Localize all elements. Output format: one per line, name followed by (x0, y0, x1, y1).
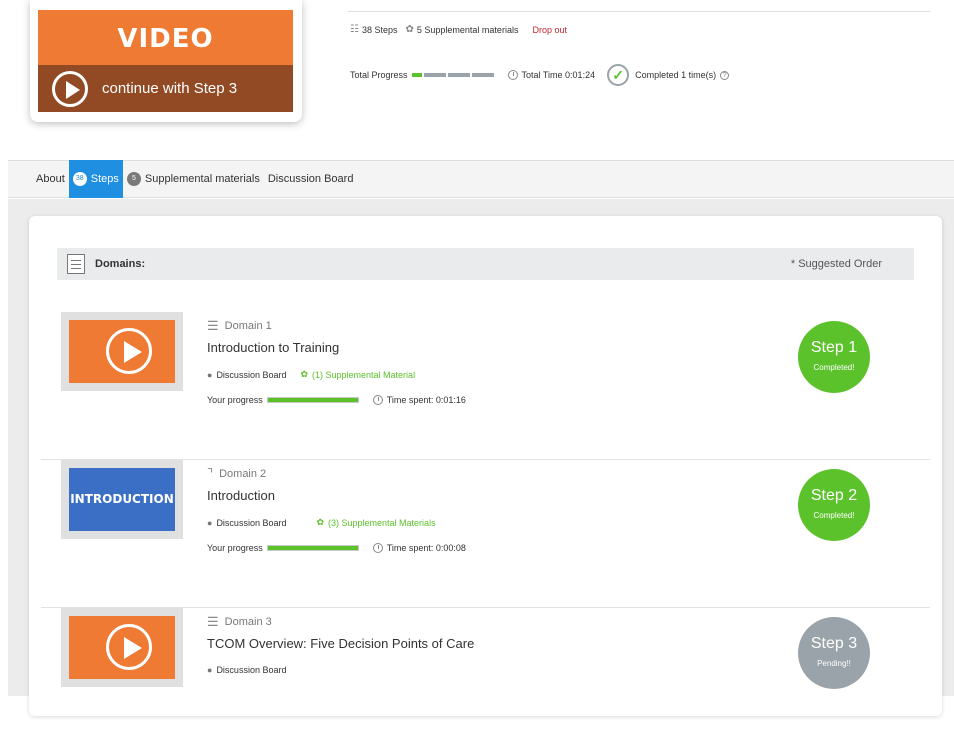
badge-step: Step 2 (810, 487, 858, 504)
step-title[interactable]: Introduction to Training (207, 340, 339, 355)
total-progress-label: Total Progress (350, 70, 408, 80)
suggested-order-note: * Suggested Order (790, 258, 882, 270)
step-status-badge[interactable]: Step 2 Completed! (798, 469, 870, 541)
supplemental-text: (3) Supplemental Materials (328, 517, 436, 528)
total-progress-bar (411, 73, 496, 77)
step-meta: ● Discussion Board ✿ (1) Supplemental Ma… (207, 369, 415, 380)
tab-about-label: About (36, 173, 65, 185)
steps-icon: ☷ (350, 24, 359, 35)
progress-label: Your progress (207, 395, 263, 405)
continue-label: continue with Step 3 (102, 80, 238, 97)
video-domain-icon: ☰ (207, 614, 219, 629)
steps-panel: Domains: * Suggested Order ☰ Domain 1 In… (29, 216, 942, 716)
leaf-icon: ✿ (316, 517, 325, 527)
step-row: INTRODUCTION ⌝ Domain 2 Introduction ● D… (41, 460, 930, 608)
tab-discussion[interactable]: Discussion Board (264, 160, 358, 198)
step-meta: ● Discussion Board (207, 665, 286, 675)
drop-out-link[interactable]: Drop out (532, 25, 567, 35)
play-icon (106, 328, 152, 374)
step-row: ☰ Domain 3 TCOM Overview: Five Decision … (41, 608, 930, 756)
domain-label: ☰ Domain 1 (207, 318, 272, 334)
supplemental-link[interactable]: ✿ (3) Supplemental Materials (316, 517, 435, 528)
step-progress: Your progress Time spent: 0:01:16 (207, 395, 466, 405)
step-meta: ● Discussion Board ✿ (3) Supplemental Ma… (207, 517, 436, 528)
course-tabs: About 38 Steps 5 Supplemental materials … (8, 160, 954, 198)
leaf-icon: ✿ (405, 24, 414, 35)
course-hero-card: VIDEO continue with Step 3 (30, 0, 302, 122)
course-meta: ☷ 38 Steps ✿ 5 Supplemental materials Dr… (350, 24, 567, 35)
document-icon (67, 254, 85, 274)
step-thumbnail[interactable]: INTRODUCTION (61, 460, 183, 539)
leaf-icon: ✿ (300, 369, 309, 379)
domains-title: Domains: (95, 258, 146, 270)
total-time-text: Total Time 0:01:24 (521, 70, 596, 80)
step-thumbnail[interactable] (61, 312, 183, 391)
pdf-domain-icon: ⌝ (207, 466, 214, 481)
badge-step: Step 3 (810, 635, 858, 652)
progress-bar (266, 545, 359, 551)
discussion-icon: ● (207, 665, 213, 675)
hero-video-label: VIDEO (38, 10, 293, 65)
supplemental-link[interactable]: ✿ (1) Supplemental Material (300, 369, 415, 380)
step-status-badge[interactable]: Step 3 Pending!! (798, 617, 870, 689)
course-progress: Total Progress Total Time 0:01:24 ✓ Comp… (350, 64, 730, 86)
domain-label: ⌝ Domain 2 (207, 466, 266, 482)
badge-status: Completed! (813, 363, 855, 372)
tab-steps[interactable]: 38 Steps (68, 160, 123, 198)
step-title[interactable]: TCOM Overview: Five Decision Points of C… (207, 636, 474, 651)
clock-icon (372, 395, 383, 405)
progress-label: Your progress (207, 543, 263, 553)
badge-status: Pending!! (817, 659, 851, 668)
domain-name: Domain 2 (219, 468, 267, 480)
supplemental-count-text: 5 Supplemental materials (416, 24, 519, 35)
continue-step-button[interactable]: continue with Step 3 (38, 65, 293, 112)
domain-label: ☰ Domain 3 (207, 614, 272, 630)
step-progress: Your progress Time spent: 0:00:08 (207, 543, 466, 553)
progress-bar (266, 397, 359, 403)
discussion-icon: ● (207, 517, 213, 528)
tab-about[interactable]: About (32, 160, 69, 198)
tab-discussion-label: Discussion Board (267, 173, 354, 185)
step-thumbnail[interactable] (61, 608, 183, 687)
domains-header: Domains: * Suggested Order (57, 248, 914, 280)
supplemental-text: (1) Supplemental Material (312, 369, 416, 380)
discussion-link[interactable]: Discussion Board (216, 665, 286, 675)
tab-supplemental-label: Supplemental materials (144, 173, 260, 185)
completed-check-icon: ✓ (607, 64, 630, 86)
domain-name: Domain 1 (224, 320, 272, 332)
step-row: ☰ Domain 1 Introduction to Training ● Di… (41, 312, 930, 460)
video-domain-icon: ☰ (207, 318, 219, 333)
badge-step: Step 1 (810, 339, 858, 356)
play-icon (52, 70, 88, 107)
clock-icon (372, 543, 383, 553)
domain-name: Domain 3 (224, 616, 272, 628)
tab-supplemental[interactable]: 5 Supplemental materials (123, 160, 264, 198)
steps-count-badge: 38 (72, 172, 87, 186)
clock-icon (507, 70, 518, 80)
divider (348, 11, 930, 12)
step-title[interactable]: Introduction (207, 488, 275, 503)
thumbnail-label: INTRODUCTION (69, 468, 175, 531)
discussion-icon: ● (207, 369, 213, 380)
badge-status: Completed! (813, 511, 855, 520)
tab-steps-label: Steps (90, 173, 119, 185)
time-spent: Time spent: 0:00:08 (386, 543, 466, 553)
discussion-link[interactable]: Discussion Board (216, 370, 286, 380)
play-icon (106, 624, 152, 670)
time-spent: Time spent: 0:01:16 (386, 395, 466, 405)
supplemental-count-badge: 5 (126, 172, 141, 186)
help-icon[interactable]: ? (720, 70, 730, 80)
step-status-badge[interactable]: Step 1 Completed! (798, 321, 870, 393)
discussion-link[interactable]: Discussion Board (216, 518, 286, 528)
completed-count-text: Completed 1 time(s) (635, 70, 717, 80)
steps-count-text: 38 Steps (361, 24, 398, 35)
